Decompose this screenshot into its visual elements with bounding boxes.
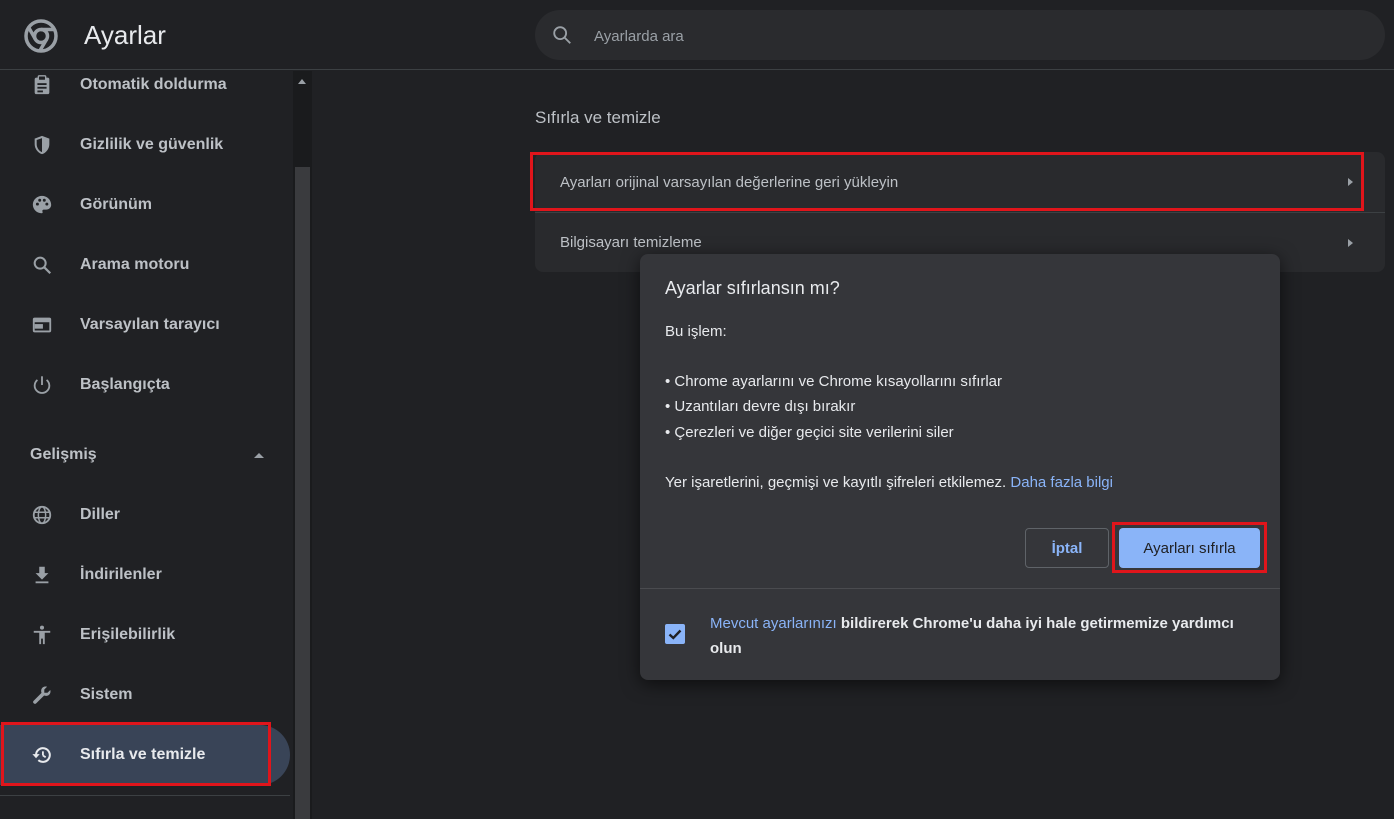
dialog-bullet: • Uzantıları devre dışı bırakır [665,398,856,415]
dialog-bullet: • Chrome ayarlarını ve Chrome kısayollar… [665,373,1003,390]
current-settings-link[interactable]: Mevcut ayarlarınızı [710,615,837,632]
wrench-icon [30,683,54,707]
sidebar-item-label: Sistem [80,686,133,703]
sidebar-scrollbar[interactable] [293,71,312,819]
globe-icon [30,503,54,527]
row-label: Ayarları orijinal varsayılan değerlerine… [560,173,899,191]
sidebar-item-default-browser[interactable]: Varsayılan tarayıcı [0,295,290,355]
sidebar-item-label: Diller [80,506,121,523]
scroll-up-arrow-icon[interactable] [298,79,306,84]
sidebar-item-label: Arama motoru [80,256,190,273]
search-input[interactable] [592,10,1356,62]
search-box[interactable] [535,10,1385,62]
browser-window-icon [30,313,54,337]
checkmark-icon [668,629,682,640]
sidebar-item-label: İndirilenler [80,566,162,583]
power-icon [30,373,54,397]
top-bar: Ayarlar [0,0,1394,70]
restore-history-icon [30,743,54,767]
clipboard-icon [30,73,54,97]
section-title: Sıfırla ve temizle [535,108,661,127]
search-icon [553,26,571,44]
sidebar-item-label: Varsayılan tarayıcı [80,316,220,333]
sidebar-item-languages[interactable]: Diller [0,485,290,545]
sidebar-item-system[interactable]: Sistem [0,665,290,725]
sidebar-divider [0,795,290,796]
report-settings-checkbox[interactable] [665,624,685,644]
caret-up-icon [254,453,264,458]
sidebar-item-label: Erişilebilirlik [80,626,176,643]
dialog-note: Yer işaretlerini, geçmişi ve kayıtlı şif… [665,474,1113,491]
sidebar-item-accessibility[interactable]: Erişilebilirlik [0,605,290,665]
sidebar-item-autofill[interactable]: Otomatik doldurma [0,71,290,115]
chevron-right-icon [1348,178,1353,186]
palette-icon [30,193,54,217]
scrollbar-thumb[interactable] [295,167,310,819]
sidebar: Otomatik doldurma Gizlilik ve güvenlik G… [0,71,292,819]
report-settings-label: Mevcut ayarlarınızı bildirerek Chrome'u … [710,611,1260,661]
search-icon [30,253,54,277]
reset-settings-button[interactable]: Ayarları sıfırla [1119,528,1260,568]
dialog-note-text: Yer işaretlerini, geçmişi ve kayıtlı şif… [665,474,1007,491]
restore-defaults-row[interactable]: Ayarları orijinal varsayılan değerlerine… [535,152,1385,212]
sidebar-item-label: Otomatik doldurma [80,76,227,93]
dialog-divider [640,588,1280,589]
chrome-logo-icon [24,19,58,53]
sidebar-item-appearance[interactable]: Görünüm [0,175,290,235]
sidebar-advanced-toggle[interactable]: Gelişmiş [0,425,290,485]
dialog-bullet: • Çerezleri ve diğer geçici site veriler… [665,424,954,441]
sidebar-item-label: Sıfırla ve temizle [80,746,206,763]
row-label: Bilgisayarı temizleme [560,234,702,251]
learn-more-link[interactable]: Daha fazla bilgi [1010,474,1113,491]
download-icon [30,563,54,587]
app-title: Ayarlar [84,20,166,50]
advanced-label: Gelişmiş [30,446,97,463]
cancel-button[interactable]: İptal [1025,528,1109,568]
sidebar-item-label: Başlangıçta [80,376,170,393]
sidebar-item-reset-and-clean[interactable]: Sıfırla ve temizle [0,725,290,785]
sidebar-item-search-engine[interactable]: Arama motoru [0,235,290,295]
sidebar-item-label: Görünüm [80,196,152,213]
shield-icon [30,133,54,157]
dialog-intro: Bu işlem: [665,323,727,340]
accessibility-icon [30,623,54,647]
dialog-title: Ayarlar sıfırlansın mı? [665,278,840,298]
sidebar-item-privacy[interactable]: Gizlilik ve güvenlik [0,115,290,175]
reset-settings-dialog: Ayarlar sıfırlansın mı? Bu işlem: • Chro… [640,254,1280,680]
sidebar-item-label: Gizlilik ve güvenlik [80,136,224,153]
chevron-right-icon [1348,239,1353,247]
sidebar-item-downloads[interactable]: İndirilenler [0,545,290,605]
sidebar-item-on-startup[interactable]: Başlangıçta [0,355,290,415]
